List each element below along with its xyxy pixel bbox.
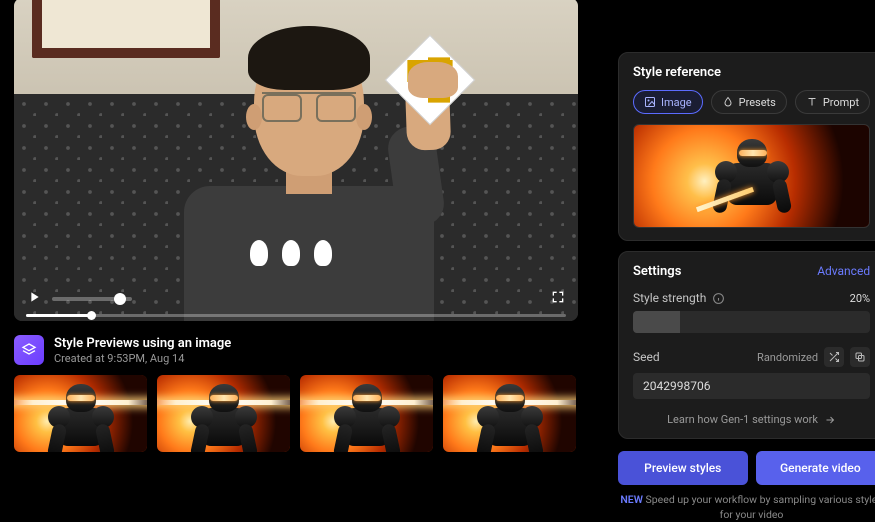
style-strength-value: 20% (850, 292, 870, 305)
tab-image[interactable]: Image (633, 90, 703, 114)
learn-link-text: Learn how Gen-1 settings work (667, 413, 818, 426)
tab-label: Image (661, 96, 692, 109)
volume-slider[interactable] (52, 297, 132, 301)
video-progress[interactable] (26, 314, 566, 317)
fullscreen-icon[interactable] (550, 289, 566, 309)
action-buttons: Preview styles Generate video (618, 451, 875, 485)
previews-header: Style Previews using an image Created at… (14, 335, 578, 365)
reference-image[interactable] (633, 124, 870, 228)
seed-input[interactable]: 2042998706 (633, 373, 870, 399)
preview-styles-button[interactable]: Preview styles (618, 451, 748, 485)
preview-thumbnail[interactable] (300, 375, 433, 452)
preview-thumbnail[interactable] (157, 375, 290, 452)
seed-mode: Randomized (757, 351, 818, 364)
preview-thumbnail[interactable] (443, 375, 576, 452)
layers-icon (14, 335, 44, 365)
learn-settings-link[interactable]: Learn how Gen-1 settings work (633, 413, 870, 426)
sidebar: Style reference Image Presets Prompt (578, 52, 875, 519)
arrow-right-icon (824, 414, 836, 426)
copy-icon (854, 351, 866, 363)
image-icon (644, 96, 656, 108)
style-reference-tabs: Image Presets Prompt (633, 90, 870, 114)
previews-title: Style Previews using an image (54, 336, 231, 351)
style-strength-row: Style strength 20% (633, 291, 870, 305)
video-frame (14, 0, 578, 321)
previews-subtitle: Created at 9:53PM, Aug 14 (54, 352, 231, 365)
shuffle-icon (828, 351, 840, 363)
style-strength-label: Style strength (633, 291, 706, 305)
main-content: Style Previews using an image Created at… (0, 0, 578, 519)
settings-panel: Settings Advanced Style strength 20% See… (618, 251, 875, 439)
seed-value: 2042998706 (643, 379, 710, 393)
video-player[interactable] (14, 0, 578, 321)
style-reference-panel: Style reference Image Presets Prompt (618, 52, 875, 241)
new-badge: NEW (620, 493, 643, 506)
advanced-link[interactable]: Advanced (817, 264, 870, 278)
play-icon[interactable] (26, 289, 42, 309)
tab-prompt[interactable]: Prompt (795, 90, 870, 114)
seed-label: Seed (633, 350, 660, 364)
shuffle-button[interactable] (824, 347, 844, 367)
style-reference-title: Style reference (633, 65, 870, 80)
settings-title: Settings (633, 264, 681, 279)
style-strength-slider[interactable] (633, 311, 870, 333)
tab-label: Presets (739, 96, 776, 109)
footer-note: NEW Speed up your workflow by sampling v… (618, 493, 875, 522)
droplet-icon (722, 96, 734, 108)
tab-presets[interactable]: Presets (711, 90, 787, 114)
preview-thumbnail[interactable] (14, 375, 147, 452)
copy-button[interactable] (850, 347, 870, 367)
footer-text: Speed up your workflow by sampling vario… (646, 493, 875, 521)
generate-video-button[interactable]: Generate video (756, 451, 875, 485)
tab-label: Prompt (823, 96, 859, 109)
preview-thumbnails (14, 375, 578, 452)
text-icon (806, 96, 818, 108)
video-controls (26, 289, 566, 309)
info-icon[interactable] (712, 292, 725, 305)
